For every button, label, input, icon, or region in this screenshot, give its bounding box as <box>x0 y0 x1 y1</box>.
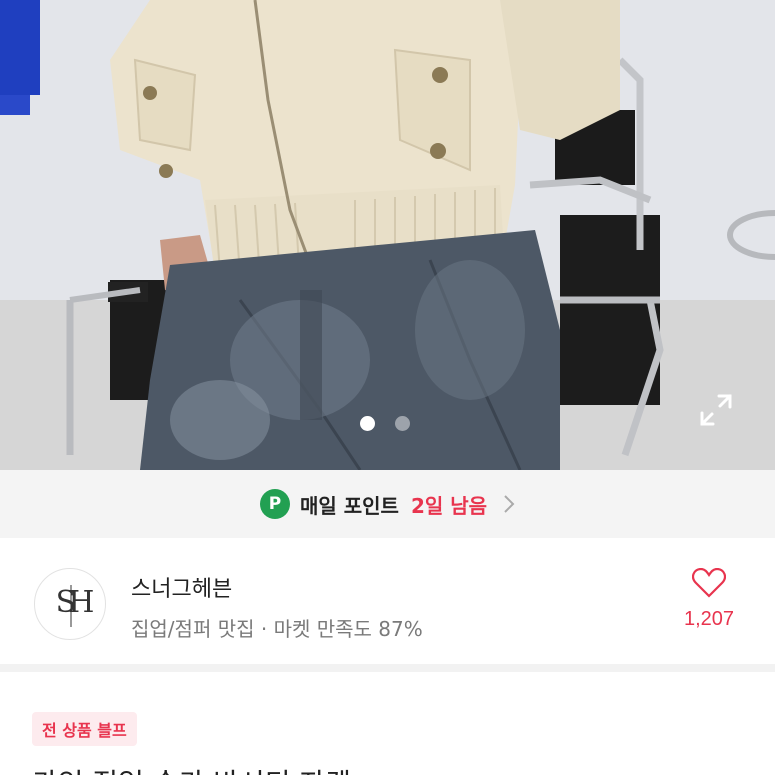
like-shop-button[interactable]: 1,207 <box>679 567 739 631</box>
point-remaining: 2일 남음 <box>410 493 488 518</box>
carousel-dot-1[interactable] <box>360 416 375 431</box>
promo-badge: 전 상품 블프 <box>32 712 137 746</box>
shop-logo-mark: SH <box>56 585 101 627</box>
heart-icon <box>692 567 726 598</box>
expand-image-button[interactable] <box>699 393 737 431</box>
product-photo-illustration <box>0 0 775 470</box>
shop-name[interactable]: 스너그헤븐 <box>131 571 232 603</box>
svg-text:SH: SH <box>56 585 94 620</box>
shop-description: 집업/점퍼 맛집 · 마켓 만족도 87% <box>131 617 423 641</box>
product-image[interactable] <box>0 0 775 470</box>
daily-point-banner[interactable]: P 매일 포인트 2일 남음 <box>0 470 775 538</box>
like-count: 1,207 <box>683 608 735 630</box>
shop-logo[interactable]: SH <box>34 568 106 640</box>
carousel-dot-2[interactable] <box>395 416 410 431</box>
chevron-right-icon <box>504 495 515 513</box>
section-divider <box>0 664 775 672</box>
expand-icon <box>700 394 732 426</box>
product-title: 카인 집업 숏카 바시티 자켓 <box>32 762 351 775</box>
point-label: 매일 포인트 <box>299 493 399 518</box>
point-icon: P <box>259 489 290 519</box>
shop-info: SH 스너그헤븐 집업/점퍼 맛집 · 마켓 만족도 87% 1,207 <box>0 538 775 664</box>
carousel-indicator <box>360 416 410 431</box>
